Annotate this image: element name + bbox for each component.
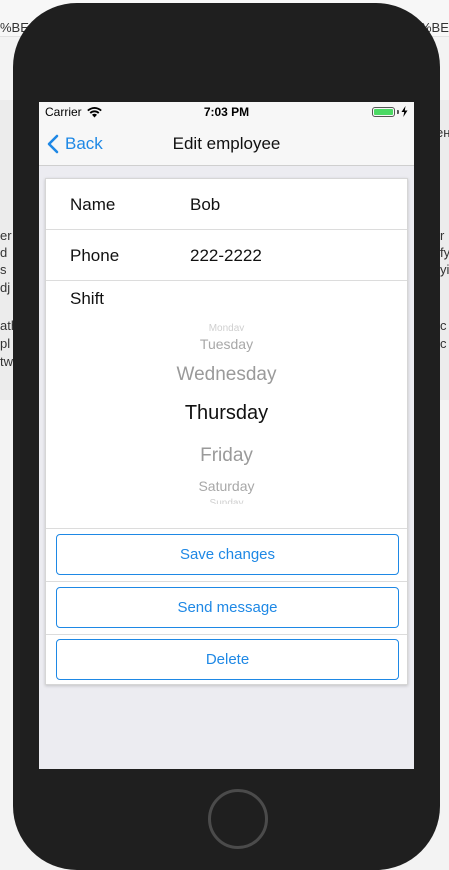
background-text: s: [0, 262, 7, 277]
save-row: Save changes: [46, 529, 407, 582]
background-text: pl: [0, 336, 11, 351]
background-text: fy: [440, 245, 449, 260]
phone-screen: Carrier 7:03 PM Back Edit employee Name …: [39, 102, 414, 769]
picker-option[interactable]: Sunday: [46, 498, 407, 504]
send-message-button[interactable]: Send message: [56, 587, 399, 628]
delete-row: Delete: [46, 634, 407, 687]
name-label: Name: [70, 195, 116, 214]
home-button[interactable]: [208, 789, 268, 849]
page-title: Edit employee: [172, 134, 281, 153]
save-changes-button[interactable]: Save changes: [56, 534, 399, 575]
background-text: yi: [440, 262, 449, 277]
phone-label: Phone: [70, 246, 120, 265]
picker-option[interactable]: Wednesday: [46, 364, 407, 386]
status-bar: Carrier 7:03 PM: [39, 102, 414, 122]
shift-row: Shift Monday Tuesday Wednesday Thursday …: [46, 281, 407, 529]
delete-button[interactable]: Delete: [56, 639, 399, 680]
background-text: c: [440, 336, 447, 351]
phone-field[interactable]: 222-2222: [190, 246, 262, 266]
shift-picker[interactable]: Monday Tuesday Wednesday Thursday Friday…: [46, 321, 407, 509]
battery-indicator: [372, 106, 408, 117]
background-text: r: [440, 228, 445, 243]
charging-bolt-icon: [401, 106, 408, 117]
background-text: d: [0, 245, 8, 260]
background-text: c: [440, 318, 447, 333]
picker-option-selected[interactable]: Thursday: [46, 402, 407, 425]
background-text: dj: [0, 280, 11, 295]
phone-row[interactable]: Phone 222-2222: [46, 230, 407, 281]
employee-form-card: Name Bob Phone 222-2222 Shift Monday Tue…: [45, 178, 408, 685]
name-row[interactable]: Name Bob: [46, 179, 407, 230]
navigation-bar: Back Edit employee: [39, 122, 414, 166]
picker-option[interactable]: Friday: [46, 445, 407, 467]
clock: 7:03 PM: [203, 105, 250, 119]
picker-option[interactable]: Monday: [46, 323, 407, 331]
battery-icon: [372, 106, 395, 117]
picker-option[interactable]: Tuesday: [46, 336, 407, 352]
shift-label: Shift: [70, 289, 105, 308]
background-text: er: [0, 228, 12, 243]
name-field[interactable]: Bob: [190, 195, 220, 215]
message-row: Send message: [46, 582, 407, 635]
picker-option[interactable]: Saturday: [46, 478, 407, 494]
background-text: tw: [0, 354, 13, 369]
